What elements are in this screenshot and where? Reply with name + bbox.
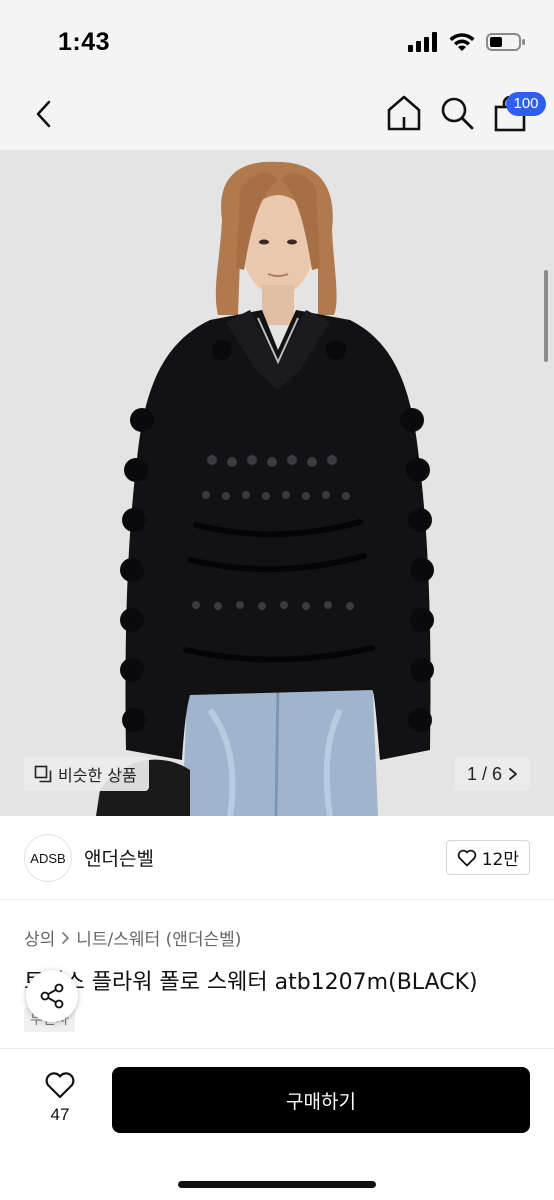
status-icons bbox=[408, 32, 526, 52]
wishlist-button[interactable]: 47 bbox=[38, 1071, 82, 1125]
share-icon bbox=[40, 983, 64, 1009]
brand-like-count: 12만 bbox=[481, 850, 519, 870]
status-time: 1:43 bbox=[58, 28, 111, 56]
buy-button[interactable]: 구매하기 bbox=[112, 1067, 530, 1133]
nav-bar bbox=[0, 78, 554, 150]
scroll-indicator bbox=[544, 270, 548, 362]
product-photo bbox=[0, 150, 554, 816]
chevron-left-icon bbox=[36, 100, 51, 128]
signal-icon bbox=[408, 32, 437, 52]
battery-icon bbox=[486, 33, 525, 51]
product-title: 트리스 플라워 폴로 스웨터 atb1207m(BLACK) bbox=[24, 970, 478, 995]
similar-products-label: 비슷한 상품 bbox=[58, 766, 137, 785]
wifi-icon bbox=[449, 33, 475, 51]
breadcrumb: 상의 니트/스웨터 (앤더슨벨) bbox=[24, 925, 241, 950]
cart-count-badge: 100 bbox=[506, 92, 546, 116]
status-bar: 1:43 bbox=[0, 0, 554, 78]
brand-logo-text: ADSB bbox=[30, 850, 66, 866]
page-indicator-text: 1 / 6 bbox=[466, 763, 502, 784]
brand-logo[interactable]: ADSB bbox=[24, 834, 72, 882]
home-indicator bbox=[178, 1181, 376, 1188]
home-icon[interactable] bbox=[384, 93, 424, 133]
share-button[interactable] bbox=[26, 970, 78, 1022]
bottom-action-bar: 47 구매하기 bbox=[0, 1048, 554, 1200]
breadcrumb-item[interactable]: 니트/스웨터 (앤더슨벨) bbox=[76, 925, 241, 950]
back-button[interactable] bbox=[26, 96, 62, 132]
product-image-carousel[interactable]: 비슷한 상품 1 / 6 bbox=[0, 150, 554, 816]
heart-icon bbox=[457, 849, 476, 866]
wishlist-count: 47 bbox=[50, 1105, 70, 1124]
breadcrumb-item[interactable]: 상의 bbox=[24, 925, 55, 950]
similar-products-button[interactable]: 비슷한 상품 bbox=[24, 757, 149, 791]
chevron-right-icon bbox=[62, 931, 70, 944]
heart-icon bbox=[45, 1072, 75, 1099]
brand-row: ADSB 앤더슨벨 12만 bbox=[0, 816, 554, 900]
chevron-right-icon bbox=[509, 768, 517, 780]
brand-like-button[interactable]: 12만 bbox=[445, 840, 530, 875]
copy-icon bbox=[34, 765, 52, 783]
brand-name[interactable]: 앤더슨벨 bbox=[84, 844, 154, 871]
image-page-indicator[interactable]: 1 / 6 bbox=[454, 757, 530, 791]
search-icon[interactable] bbox=[438, 94, 476, 132]
